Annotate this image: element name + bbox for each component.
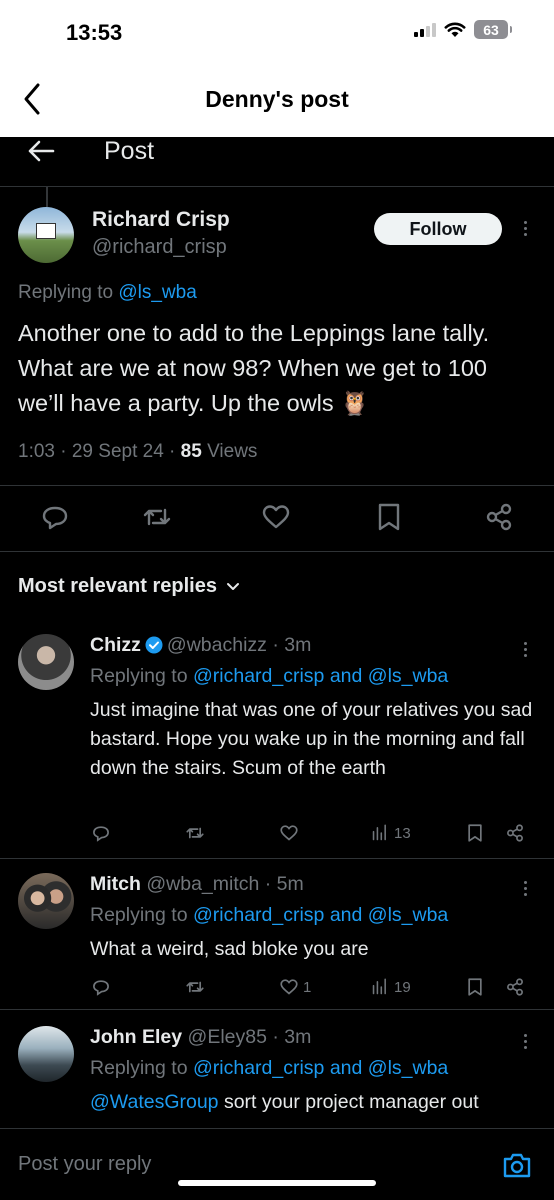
views-count[interactable]: 85	[181, 441, 202, 462]
divider	[0, 485, 554, 486]
reply-text-body: sort your project manager out	[218, 1091, 479, 1113]
signal-icon	[414, 22, 436, 37]
reply-composer[interactable]: Post your reply	[0, 1128, 554, 1200]
replying-to: Replying to @richard_crisp and @ls_wba	[90, 904, 448, 927]
avatar[interactable]	[18, 207, 74, 263]
home-indicator	[178, 1180, 376, 1186]
camera-icon[interactable]	[502, 1151, 532, 1179]
post-text: Another one to add to the Leppings lane …	[18, 320, 490, 416]
nav-title: Denny's post	[205, 86, 349, 112]
views-button[interactable]: 19	[369, 975, 411, 999]
reply-actions: 13	[0, 821, 554, 845]
like-button[interactable]: 1	[278, 975, 311, 999]
x-header: Post	[0, 137, 554, 187]
share-icon[interactable]	[504, 975, 526, 999]
replying-prefix: Replying to	[18, 282, 119, 303]
bookmark-icon[interactable]	[464, 821, 486, 845]
views-label: Views	[201, 441, 258, 462]
reply-header: Chizz @wbachizz · 3m	[90, 634, 311, 657]
more-options-icon[interactable]	[522, 1034, 528, 1049]
status-time: 13:53	[66, 20, 123, 45]
replying-to-link[interactable]: @ls_wba	[118, 282, 196, 303]
post-timestamp: 1:03 · 29 Sept 24 ·	[18, 441, 181, 462]
analytics-icon	[372, 978, 386, 995]
reply-actions: 1 19	[0, 975, 554, 999]
replies-sort-label: Most relevant replies	[18, 575, 217, 597]
reply-icon[interactable]	[90, 975, 112, 999]
analytics-icon	[372, 824, 386, 841]
like-button[interactable]	[278, 821, 303, 845]
more-options-icon[interactable]	[522, 642, 528, 657]
divider	[0, 551, 554, 552]
reply-author-name[interactable]: John Eley	[90, 1026, 182, 1048]
reply-author-name[interactable]: Mitch	[90, 873, 141, 895]
reply-text: What a weird, sad bloke you are	[90, 938, 369, 960]
more-options-icon[interactable]	[522, 881, 528, 896]
battery-icon: 63	[474, 20, 512, 39]
replying-to-link[interactable]: @richard_crisp and @ls_wba	[193, 1057, 448, 1079]
bookmark-icon[interactable]	[464, 975, 486, 999]
replying-prefix: Replying to	[90, 904, 193, 926]
like-icon[interactable]	[259, 500, 293, 534]
share-icon[interactable]	[482, 500, 516, 534]
reply-header: Mitch @wba_mitch · 5m	[90, 873, 304, 896]
share-icon[interactable]	[504, 821, 526, 845]
divider	[0, 858, 554, 859]
replying-to: Replying to @ls_wba	[18, 282, 197, 304]
replies-sort-toggle[interactable]: Most relevant replies	[18, 575, 241, 598]
bookmark-icon[interactable]	[372, 500, 406, 534]
reply-icon[interactable]	[90, 821, 112, 845]
like-icon	[280, 979, 298, 995]
avatar[interactable]	[18, 873, 74, 929]
wifi-icon	[444, 22, 466, 37]
reply-header: John Eley @Eley85 · 3m	[90, 1026, 311, 1049]
reply-handle: @wbachizz · 3m	[166, 634, 312, 656]
replying-to: Replying to @richard_crisp and @ls_wba	[90, 1057, 448, 1080]
repost-icon[interactable]	[140, 500, 174, 534]
mention-link[interactable]: @WatesGroup	[90, 1091, 219, 1113]
more-options-icon[interactable]	[522, 221, 528, 236]
ios-header: 13:53 63 Denny's post	[0, 0, 554, 137]
replying-to: Replying to @richard_crisp and @ls_wba	[90, 665, 448, 688]
views-count: 13	[394, 824, 411, 842]
reply-author-name[interactable]: Chizz	[90, 634, 141, 656]
chevron-down-icon	[226, 582, 239, 590]
reply-handle: @Eley85 · 3m	[187, 1026, 312, 1048]
page-title: Post	[104, 137, 155, 165]
verified-badge-icon	[145, 636, 163, 654]
reply-input[interactable]: Post your reply	[18, 1153, 151, 1176]
reply-text: @WatesGroup sort your project manager ou…	[90, 1088, 540, 1117]
status-icons: 63	[414, 20, 512, 39]
like-icon	[280, 825, 298, 841]
repost-icon[interactable]	[184, 975, 206, 999]
replying-to-link[interactable]: @richard_crisp and @ls_wba	[193, 904, 448, 926]
repost-icon[interactable]	[184, 821, 206, 845]
follow-button[interactable]: Follow	[374, 213, 502, 245]
divider	[0, 1009, 554, 1010]
reply-handle: @wba_mitch · 5m	[146, 873, 304, 895]
author-handle[interactable]: @richard_crisp	[92, 236, 227, 259]
like-count: 1	[303, 978, 312, 996]
avatar[interactable]	[18, 634, 74, 690]
author-name[interactable]: Richard Crisp	[92, 208, 230, 232]
post-meta: 1:03 · 29 Sept 24 · 85 Views	[18, 441, 257, 463]
avatar[interactable]	[18, 1026, 74, 1082]
arrow-left-icon[interactable]	[26, 139, 56, 163]
reply-icon[interactable]	[38, 500, 72, 534]
views-button[interactable]: 13	[369, 821, 411, 845]
post-actions	[0, 500, 554, 534]
views-count: 19	[394, 978, 411, 996]
reply-text: Just imagine that was one of your relati…	[90, 699, 533, 779]
thread-line	[46, 187, 48, 207]
replying-prefix: Replying to	[90, 1057, 193, 1079]
replying-to-link[interactable]: @richard_crisp and @ls_wba	[193, 665, 448, 687]
replying-prefix: Replying to	[90, 665, 193, 687]
